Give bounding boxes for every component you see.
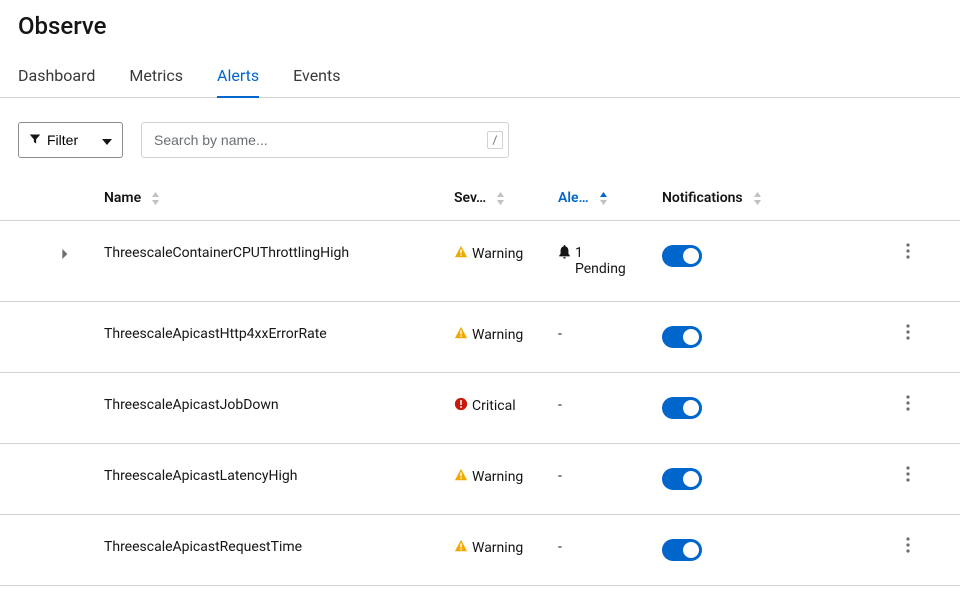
kebab-icon	[906, 466, 910, 486]
severity-label: Warning	[472, 469, 523, 485]
tab-events[interactable]: Events	[293, 56, 340, 97]
filter-label: Filter	[47, 132, 78, 148]
row-actions-button[interactable]	[900, 468, 916, 484]
page-title: Observe	[0, 0, 960, 56]
column-header-alert-label: Ale…	[558, 190, 589, 206]
severity-cell: Warning	[454, 539, 523, 557]
warning-icon	[454, 539, 468, 557]
severity-cell: Warning	[454, 326, 523, 344]
sort-icon	[151, 192, 160, 205]
alert-count: 1	[575, 245, 626, 261]
column-header-name-label: Name	[104, 190, 141, 206]
alert-name[interactable]: ThreescaleApicastHttp4xxErrorRate	[104, 326, 454, 342]
sort-icon	[496, 192, 505, 205]
table-body: ThreescaleContainerCPUThrottlingHigh Warn…	[0, 220, 960, 586]
tab-dashboard[interactable]: Dashboard	[18, 56, 95, 97]
column-header-notifications[interactable]: Notifications	[662, 190, 862, 206]
notifications-toggle[interactable]	[662, 539, 702, 561]
search-shortcut: /	[487, 131, 503, 149]
tab-metrics[interactable]: Metrics	[129, 56, 183, 97]
caret-down-icon	[102, 132, 112, 148]
warning-icon	[454, 245, 468, 263]
sort-up-icon	[599, 192, 608, 205]
notifications-toggle[interactable]	[662, 397, 702, 419]
column-header-notifications-label: Notifications	[662, 190, 743, 206]
alert-empty: -	[558, 468, 562, 484]
tabs: Dashboard Metrics Alerts Events	[0, 56, 960, 98]
kebab-icon	[906, 243, 910, 263]
column-header-severity[interactable]: Sev…	[454, 190, 558, 206]
alert-name[interactable]: ThreescaleApicastLatencyHigh	[104, 468, 454, 484]
row-actions-button[interactable]	[900, 326, 916, 342]
critical-icon	[454, 397, 468, 415]
alert-name[interactable]: ThreescaleApicastRequestTime	[104, 539, 454, 555]
severity-label: Warning	[472, 246, 523, 262]
notifications-toggle[interactable]	[662, 468, 702, 490]
severity-cell: Critical	[454, 397, 516, 415]
alert-empty: -	[558, 397, 562, 413]
search-wrapper: /	[141, 122, 509, 158]
severity-label: Critical	[472, 398, 516, 414]
kebab-icon	[906, 537, 910, 557]
column-header-name[interactable]: Name	[104, 190, 454, 206]
column-header-severity-label: Sev…	[454, 190, 486, 206]
kebab-icon	[906, 324, 910, 344]
toolbar: Filter /	[0, 98, 960, 176]
search-input[interactable]	[141, 122, 509, 158]
alert-name[interactable]: ThreescaleApicastJobDown	[104, 397, 454, 413]
severity-cell: Warning	[454, 468, 523, 486]
alert-empty: -	[558, 539, 562, 555]
alert-name[interactable]: ThreescaleContainerCPUThrottlingHigh	[104, 245, 454, 261]
row-actions-button[interactable]	[900, 245, 916, 261]
table-row: ThreescaleContainerCPUThrottlingHigh Warn…	[0, 221, 960, 302]
notifications-toggle[interactable]	[662, 326, 702, 348]
row-actions-button[interactable]	[900, 397, 916, 413]
table-row: ThreescaleApicastJobDown Critical -	[0, 373, 960, 444]
column-header-alert[interactable]: Ale…	[558, 190, 662, 206]
bell-icon	[558, 245, 571, 263]
filter-icon	[29, 132, 41, 148]
warning-icon	[454, 468, 468, 486]
sort-icon	[753, 192, 762, 205]
table-row: ThreescaleApicastRequestTime Warning -	[0, 515, 960, 586]
alert-state: Pending	[575, 261, 626, 277]
kebab-icon	[906, 395, 910, 415]
severity-label: Warning	[472, 327, 523, 343]
severity-cell: Warning	[454, 245, 523, 263]
filter-button[interactable]: Filter	[18, 122, 123, 158]
table-header: Name Sev… Ale… Notifications	[0, 176, 960, 220]
alert-empty: -	[558, 326, 562, 342]
warning-icon	[454, 326, 468, 344]
severity-label: Warning	[472, 540, 523, 556]
expand-button[interactable]	[18, 245, 68, 265]
row-actions-button[interactable]	[900, 539, 916, 555]
alert-cell: 1Pending	[558, 245, 626, 277]
notifications-toggle[interactable]	[662, 245, 702, 267]
chevron-right-icon	[60, 247, 68, 263]
table-row: ThreescaleApicastLatencyHigh Warning -	[0, 444, 960, 515]
tab-alerts[interactable]: Alerts	[217, 56, 259, 97]
table-row: ThreescaleApicastHttp4xxErrorRate Warning…	[0, 302, 960, 373]
